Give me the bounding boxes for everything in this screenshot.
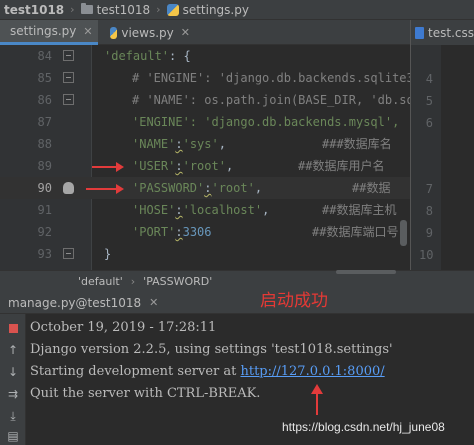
line-number: 89 <box>37 159 52 173</box>
run-config-tab[interactable]: manage.py@test1018 <box>8 296 141 310</box>
code-text: 'PORT':3306 <box>132 225 212 239</box>
code-line: 93 } <box>0 243 410 265</box>
tab-label: views.py <box>121 25 174 40</box>
close-icon[interactable]: ✕ <box>149 296 158 309</box>
code-comment: ##数据库主机 <box>322 203 397 217</box>
folder-icon <box>80 3 93 14</box>
annotation-arrow <box>92 162 124 172</box>
code-line: 92 'PORT':3306 ##数据库端口号 <box>0 221 410 243</box>
line-number: 92 <box>37 225 52 239</box>
breadcrumb-separator: › <box>156 3 161 16</box>
python-file-icon <box>166 3 179 16</box>
python-file-icon <box>110 26 118 39</box>
tab-label: test.css <box>428 25 474 40</box>
annotation-arrow <box>86 184 124 194</box>
navigation-bar: test1018 › test1018 › settings.py <box>0 0 474 20</box>
console-line: Quit the server with CTRL-BREAK. <box>30 386 261 401</box>
close-icon[interactable]: ✕ <box>83 25 92 38</box>
scrollbar[interactable] <box>400 220 407 246</box>
print-icon[interactable]: ▤ <box>5 428 21 444</box>
line-number: 91 <box>37 203 52 217</box>
code-text: 'ENGINE': 'django.db.backends.mysql', <box>132 115 400 129</box>
code-line: 91 'HOSE':'localhost', ##数据库主机 <box>0 199 410 221</box>
code-comment: ###数据库名 <box>322 137 392 151</box>
code-text: 'NAME':'sys', <box>132 137 226 151</box>
code-text: 'USER':'root', <box>132 159 234 173</box>
css-file-icon <box>415 26 425 39</box>
down-arrow-icon[interactable]: ↓ <box>5 364 21 380</box>
code-editor[interactable]: 84 'default': { 85 # 'ENGINE': 'django.d… <box>0 45 474 270</box>
code-breadcrumb-item[interactable]: 'PASSWORD' <box>143 275 212 288</box>
code-comment: ##数据 <box>352 181 391 195</box>
run-tool-window-header: manage.py@test1018 ✕ <box>0 292 474 314</box>
current-code-line: 90 'PASSWORD':'root', ##数据 <box>0 177 410 199</box>
code-comment: ##数据库端口号 <box>312 225 399 239</box>
server-url-link[interactable]: http://127.0.0.1:8000/ <box>240 364 384 379</box>
fold-icon[interactable] <box>63 50 74 61</box>
bulb-icon[interactable] <box>63 182 74 194</box>
breadcrumb-project[interactable]: test1018 <box>0 3 64 17</box>
editor-tab-bar: settings.py ✕ views.py ✕ <box>0 20 474 45</box>
breadcrumb-separator: › <box>130 275 136 288</box>
fold-icon[interactable] <box>63 248 74 259</box>
code-line: 89 'USER':'root', ##数据库用户名 <box>0 155 410 177</box>
tab-settings-py[interactable]: settings.py ✕ <box>0 20 98 45</box>
code-line: 84 'default': { <box>0 45 410 67</box>
code-comment: # 'ENGINE': 'django.db.backends.sqlite3' <box>132 71 421 85</box>
line-number: 7 <box>425 182 433 196</box>
code-text: } <box>104 247 112 261</box>
line-number: 9 <box>425 226 433 240</box>
console-line: October 19, 2019 - 17:28:11 <box>30 320 217 335</box>
code-text: 'HOSE':'localhost', <box>132 203 270 217</box>
code-text: 'PASSWORD':'root', <box>132 181 263 195</box>
line-number: 90 <box>37 181 52 195</box>
line-number: 85 <box>37 71 52 85</box>
line-number: 6 <box>425 116 433 130</box>
line-number: 88 <box>37 137 52 151</box>
tab-views-py[interactable]: views.py ✕ <box>104 20 196 45</box>
code-breadcrumb-item[interactable]: 'default' <box>78 275 123 288</box>
scroll-to-end-icon[interactable]: ⤓ <box>5 408 21 424</box>
console-line: Django version 2.2.5, using settings 'te… <box>30 342 393 357</box>
horizontal-scrollbar[interactable] <box>336 270 396 274</box>
annotation-text: 启动成功 <box>260 291 328 311</box>
soft-wrap-icon[interactable]: ⇉ <box>5 386 21 402</box>
line-number: 93 <box>37 247 52 261</box>
split-editor-pane[interactable]: 4 5 6 7 8 9 10 <box>410 45 474 270</box>
code-line: 86 # 'NAME': os.path.join(BASE_DIR, 'db.… <box>0 89 421 111</box>
breadcrumb-separator: › <box>70 3 75 16</box>
line-number: 10 <box>419 248 434 262</box>
line-number: 4 <box>425 72 433 86</box>
line-number: 84 <box>37 49 52 63</box>
code-comment: ##数据库用户名 <box>298 159 385 173</box>
close-icon[interactable]: ✕ <box>181 26 190 39</box>
line-number: 86 <box>37 93 52 107</box>
tab-label: settings.py <box>10 24 77 38</box>
code-breadcrumb: 'default' › 'PASSWORD' <box>0 270 474 292</box>
fold-icon[interactable] <box>63 94 74 105</box>
up-arrow-icon[interactable]: ↑ <box>5 342 21 358</box>
code-text: 'default': { <box>104 49 191 63</box>
code-line: 88 'NAME':'sys', ###数据库名 <box>0 133 410 155</box>
console-line: Starting development server at http://12… <box>30 364 385 379</box>
stop-icon[interactable] <box>5 320 21 336</box>
code-line: 85 # 'ENGINE': 'django.db.backends.sqlit… <box>0 67 421 89</box>
breadcrumb-file[interactable]: settings.py <box>183 3 249 17</box>
code-line: 87 'ENGINE': 'django.db.backends.mysql', <box>0 111 410 133</box>
fold-icon[interactable] <box>63 72 74 83</box>
line-number: 8 <box>425 204 433 218</box>
code-comment: # 'NAME': os.path.join(BASE_DIR, 'db.sql <box>132 93 421 107</box>
line-number: 87 <box>37 115 52 129</box>
annotation-arrow <box>311 384 323 415</box>
tab-test-css[interactable]: test.css <box>410 20 474 45</box>
breadcrumb-folder[interactable]: test1018 <box>97 3 151 17</box>
run-toolbar: ↑ ↓ ⇉ ⤓ ▤ <box>0 314 26 445</box>
watermark: https://blog.csdn.net/hj_june08 <box>282 420 445 434</box>
line-number: 5 <box>425 94 433 108</box>
